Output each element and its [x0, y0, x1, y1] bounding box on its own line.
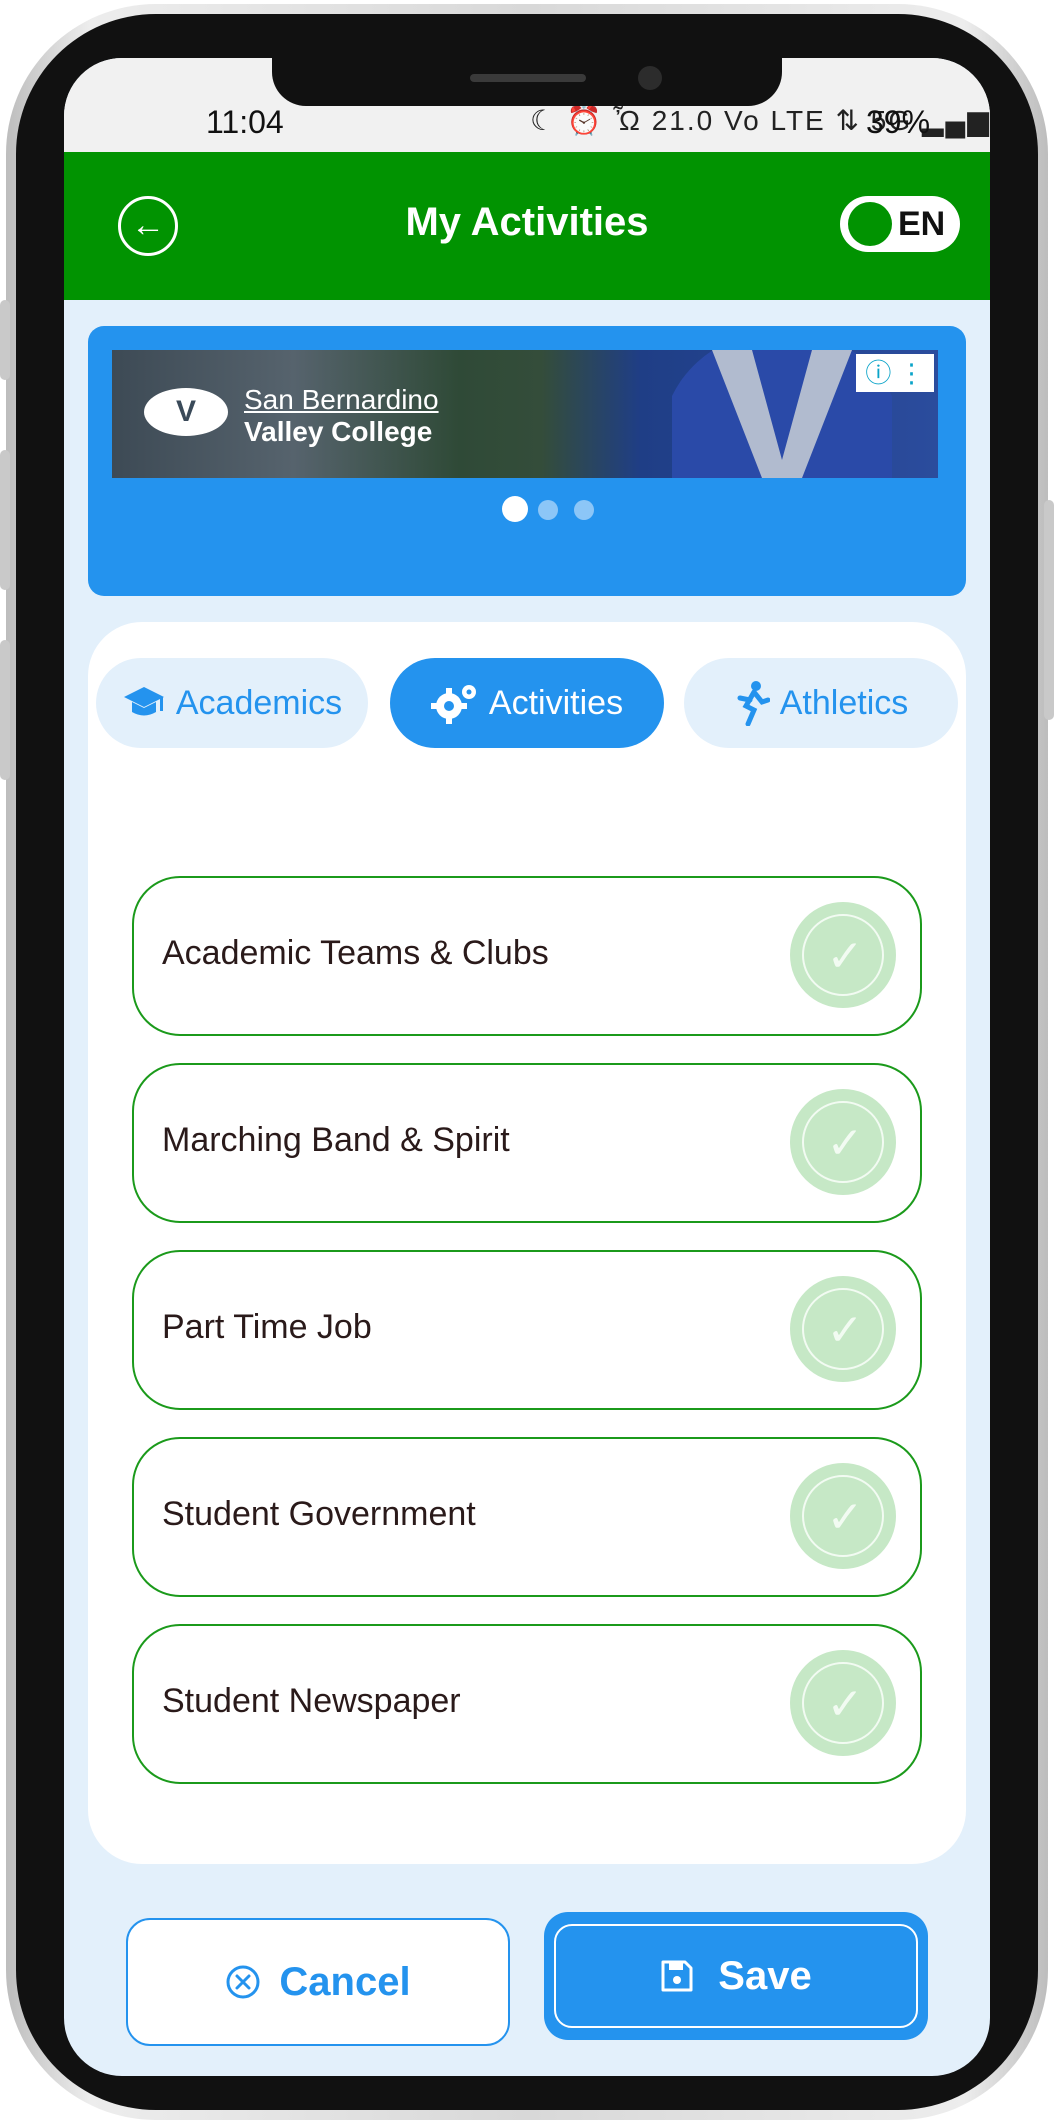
toggle-knob — [848, 202, 892, 246]
activity-label: Part Time Job — [162, 1308, 372, 1346]
language-toggle[interactable]: EN — [840, 196, 960, 252]
ad-image[interactable]: V San Bernardino Valley College ⓘ ⋮ — [112, 350, 938, 478]
ad-line-1: San Bernardino — [244, 384, 439, 415]
power-button — [1044, 500, 1054, 720]
tab-label: Academics — [175, 683, 343, 722]
carousel-dot[interactable] — [574, 500, 594, 520]
save-label: Save — [718, 1953, 812, 1998]
arrow-left-icon: ← — [131, 206, 165, 244]
app-bar: My Activities ← EN — [64, 152, 990, 300]
activity-item[interactable]: Academic Teams & Clubs ✓ — [132, 876, 922, 1036]
check-ring: ✓ — [802, 1288, 884, 1370]
check-ring: ✓ — [802, 1101, 884, 1183]
activity-checkbox[interactable]: ✓ — [790, 1276, 896, 1382]
activity-checkbox[interactable]: ✓ — [790, 902, 896, 1008]
tab-academics[interactable]: Academics — [96, 658, 368, 748]
phone-screen: 11:04 ☾ ⏰ Ὦ 21.0 Vo LTE ⇅ 5G ▂▄▆ R ▂▄▆ 3… — [64, 58, 990, 2076]
battery-level: 39% — [866, 104, 931, 140]
cancel-label: Cancel — [279, 1959, 411, 2004]
activity-label: Marching Band & Spirit — [162, 1121, 510, 1159]
gears-icon — [430, 685, 476, 724]
activity-item[interactable]: Marching Band & Spirit ✓ — [132, 1063, 922, 1223]
save-button[interactable]: Save — [544, 1912, 928, 2040]
check-ring: ✓ — [802, 914, 884, 996]
ad-line-2: Valley College — [244, 416, 433, 447]
close-circle-icon — [226, 1965, 260, 1999]
ad-logo-mark: V — [175, 395, 196, 428]
status-time: 11:04 — [206, 104, 284, 140]
activity-label: Academic Teams & Clubs — [162, 934, 549, 972]
graduation-cap-icon — [123, 687, 164, 716]
activity-label: Student Government — [162, 1495, 476, 1533]
tab-activities[interactable]: Activities — [390, 658, 664, 748]
checkmark-icon: ✓ — [826, 1119, 864, 1168]
floppy-disk-icon — [661, 1960, 693, 1992]
activity-label: Student Newspaper — [162, 1682, 461, 1720]
front-camera — [638, 66, 662, 90]
activity-item[interactable]: Part Time Job ✓ — [132, 1250, 922, 1410]
check-ring: ✓ — [802, 1662, 884, 1744]
activities-card: Academics Activities Athletics Academic … — [88, 622, 966, 1864]
ad-banner: V San Bernardino Valley College ⓘ ⋮ — [88, 326, 966, 596]
volume-button — [0, 640, 10, 780]
volume-button — [0, 300, 10, 380]
cancel-button[interactable]: Cancel — [126, 1918, 510, 2046]
carousel-dot-active[interactable] — [502, 496, 528, 522]
activity-item[interactable]: Student Government ✓ — [132, 1437, 922, 1597]
activity-item[interactable]: Student Newspaper ✓ — [132, 1624, 922, 1784]
volume-button — [0, 450, 10, 590]
check-ring: ✓ — [802, 1475, 884, 1557]
speaker-grille — [470, 74, 586, 82]
language-label: EN — [898, 205, 946, 243]
back-button[interactable]: ← — [118, 196, 178, 256]
checkmark-icon: ✓ — [826, 1493, 864, 1542]
runner-icon — [737, 681, 770, 726]
ad-info-icon[interactable]: ⓘ ⋮ — [856, 354, 934, 392]
tab-label: Athletics — [779, 683, 909, 722]
checkmark-icon: ✓ — [826, 1306, 864, 1355]
checkmark-icon: ✓ — [826, 1680, 864, 1729]
activity-checkbox[interactable]: ✓ — [790, 1089, 896, 1195]
activity-checkbox[interactable]: ✓ — [790, 1650, 896, 1756]
tab-label: Activities — [488, 683, 624, 722]
checkmark-icon: ✓ — [826, 932, 864, 981]
tab-athletics[interactable]: Athletics — [684, 658, 958, 748]
activity-checkbox[interactable]: ✓ — [790, 1463, 896, 1569]
save-button-inner[interactable]: Save — [554, 1924, 918, 2028]
carousel-dot[interactable] — [538, 500, 558, 520]
notch — [272, 58, 782, 106]
